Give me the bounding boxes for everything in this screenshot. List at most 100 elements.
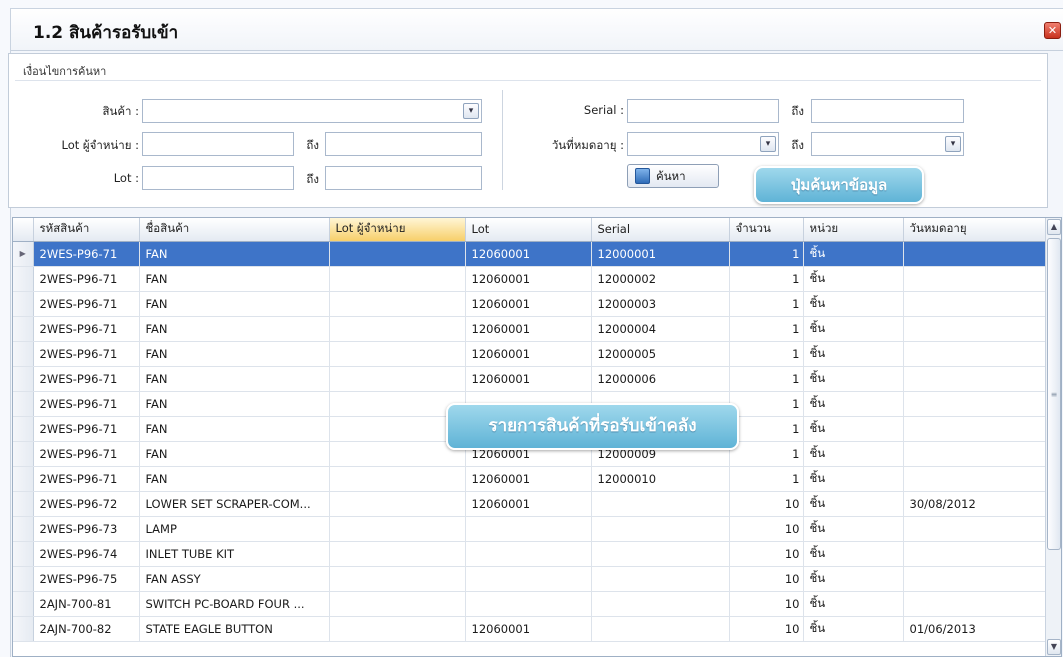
cell-name: FAN	[139, 291, 330, 317]
cell-serial	[591, 591, 730, 617]
table-row[interactable]: 2WES-P96-71 FAN 12060001 12000003 1 ชิ้น	[13, 291, 1047, 317]
lot-to-input[interactable]	[325, 166, 482, 190]
table-row[interactable]: 2AJN-700-82 STATE EAGLE BUTTON 12060001 10 ช…	[13, 616, 1047, 642]
row-indicator[interactable]: ▶	[13, 241, 34, 267]
row-indicator[interactable]	[13, 616, 34, 642]
row-indicator[interactable]	[13, 591, 34, 617]
cell-expiry	[903, 291, 1047, 317]
cell-unit: ชิ้น	[803, 491, 904, 517]
cell-serial	[591, 616, 730, 642]
table-row[interactable]: 2WES-P96-74 INLET TUBE KIT 10 ชิ้น	[13, 541, 1047, 567]
table-row[interactable]: 2WES-P96-73 LAMP 10 ชิ้น	[13, 516, 1047, 542]
cell-lot: 12060001	[465, 466, 592, 492]
table-row[interactable]: 2WES-P96-72 LOWER SET SCRAPER-COM... 12060…	[13, 491, 1047, 517]
table-row[interactable]: 2AJN-700-81 SWITCH PC-BOARD FOUR ... 10 ชิ้…	[13, 591, 1047, 617]
supplier-lot-label: Lot ผู้จำหน่าย :	[61, 138, 139, 152]
cell-supplier-lot	[329, 591, 466, 617]
cell-supplier-lot	[329, 241, 466, 267]
table-row[interactable]: 2WES-P96-71 FAN 12060001 12000004 1 ชิ้น	[13, 316, 1047, 342]
table-row[interactable]: 2WES-P96-75 FAN ASSY 10 ชิ้น	[13, 566, 1047, 592]
cell-unit: ชิ้น	[803, 366, 904, 392]
table-row[interactable]: ▶ 2WES-P96-71 FAN 12060001 12000001 1 ชิ้น	[13, 241, 1047, 267]
column-header-lot[interactable]: Lot	[465, 218, 592, 242]
cell-supplier-lot	[329, 416, 466, 442]
row-indicator[interactable]	[13, 441, 34, 467]
cell-quantity: 1	[729, 266, 804, 292]
row-indicator[interactable]	[13, 366, 34, 392]
cell-unit: ชิ้น	[803, 316, 904, 342]
cell-quantity: 10	[729, 616, 804, 642]
cell-quantity: 1	[729, 416, 804, 442]
row-indicator[interactable]	[13, 491, 34, 517]
cell-code: 2WES-P96-71	[33, 241, 140, 267]
cell-expiry: 30/08/2012	[903, 491, 1047, 517]
column-header-unit[interactable]: หน่วย	[803, 218, 904, 242]
row-indicator[interactable]	[13, 291, 34, 317]
cell-unit: ชิ้น	[803, 441, 904, 467]
chevron-down-icon[interactable]: ▾	[760, 136, 776, 152]
serial-to-input[interactable]	[811, 99, 964, 123]
column-header-supplier-lot[interactable]: Lot ผู้จำหน่าย	[329, 218, 466, 242]
lot-from-input[interactable]	[142, 166, 294, 190]
cell-serial: 12000006	[591, 366, 730, 392]
close-icon[interactable]: ✕	[1044, 22, 1061, 39]
cell-code: 2WES-P96-71	[33, 341, 140, 367]
cell-lot	[465, 591, 592, 617]
row-indicator[interactable]	[13, 266, 34, 292]
column-header-expiry[interactable]: วันหมดอายุ	[903, 218, 1047, 242]
group-divider	[15, 80, 1041, 81]
cell-expiry	[903, 541, 1047, 567]
row-indicator[interactable]	[13, 316, 34, 342]
cell-expiry	[903, 316, 1047, 342]
item-list-callout: รายการสินค้าที่รอรับเข้าคลัง	[446, 403, 739, 450]
supplier-lot-to-input[interactable]	[325, 132, 482, 156]
section-divider	[502, 90, 503, 190]
column-header-name[interactable]: ชื่อสินค้า	[139, 218, 330, 242]
table-row[interactable]: 2WES-P96-71 FAN 12060001 12000005 1 ชิ้น	[13, 341, 1047, 367]
search-button[interactable]: ค้นหา	[627, 164, 719, 188]
row-indicator[interactable]	[13, 541, 34, 567]
table-row[interactable]: 2WES-P96-71 FAN 12060001 12000002 1 ชิ้น	[13, 266, 1047, 292]
scroll-down-icon[interactable]: ▼	[1047, 639, 1061, 655]
row-indicator[interactable]	[13, 391, 34, 417]
cell-expiry	[903, 466, 1047, 492]
cell-code: 2WES-P96-71	[33, 416, 140, 442]
column-header-quantity[interactable]: จำนวน	[729, 218, 804, 242]
chevron-down-icon[interactable]: ▾	[463, 103, 479, 119]
cell-code: 2WES-P96-71	[33, 391, 140, 417]
cell-unit: ชิ้น	[803, 591, 904, 617]
lot-label: Lot :	[113, 171, 139, 185]
row-indicator[interactable]	[13, 341, 34, 367]
table-row[interactable]: 2WES-P96-71 FAN 12060001 12000010 1 ชิ้น	[13, 466, 1047, 492]
scroll-thumb[interactable]: ≡	[1047, 238, 1061, 550]
cell-quantity: 10	[729, 566, 804, 592]
column-header-code[interactable]: รหัสสินค้า	[33, 218, 140, 242]
cell-code: 2WES-P96-71	[33, 441, 140, 467]
cell-unit: ชิ้น	[803, 616, 904, 642]
row-indicator[interactable]	[13, 416, 34, 442]
row-indicator[interactable]	[13, 466, 34, 492]
cell-code: 2WES-P96-75	[33, 566, 140, 592]
cell-quantity: 1	[729, 341, 804, 367]
product-combo[interactable]: ▾	[142, 99, 482, 123]
vertical-scrollbar[interactable]: ▲ ≡ ▼	[1045, 218, 1061, 656]
row-indicator[interactable]	[13, 516, 34, 542]
cell-serial	[591, 491, 730, 517]
cell-quantity: 10	[729, 516, 804, 542]
chevron-down-icon[interactable]: ▾	[945, 136, 961, 152]
cell-unit: ชิ้น	[803, 566, 904, 592]
expiry-to-date[interactable]: ▾	[811, 132, 964, 156]
supplier-lot-from-input[interactable]	[142, 132, 294, 156]
cell-name: LOWER SET SCRAPER-COM...	[139, 491, 330, 517]
table-row[interactable]: 2WES-P96-71 FAN 12060001 12000006 1 ชิ้น	[13, 366, 1047, 392]
cell-code: 2WES-P96-73	[33, 516, 140, 542]
scroll-up-icon[interactable]: ▲	[1047, 219, 1061, 235]
serial-from-input[interactable]	[627, 99, 779, 123]
row-indicator[interactable]	[13, 566, 34, 592]
cell-lot: 12060001	[465, 491, 592, 517]
cell-quantity: 1	[729, 241, 804, 267]
cell-expiry	[903, 591, 1047, 617]
cell-serial	[591, 566, 730, 592]
expiry-from-date[interactable]: ▾	[627, 132, 779, 156]
column-header-serial[interactable]: Serial	[591, 218, 730, 242]
